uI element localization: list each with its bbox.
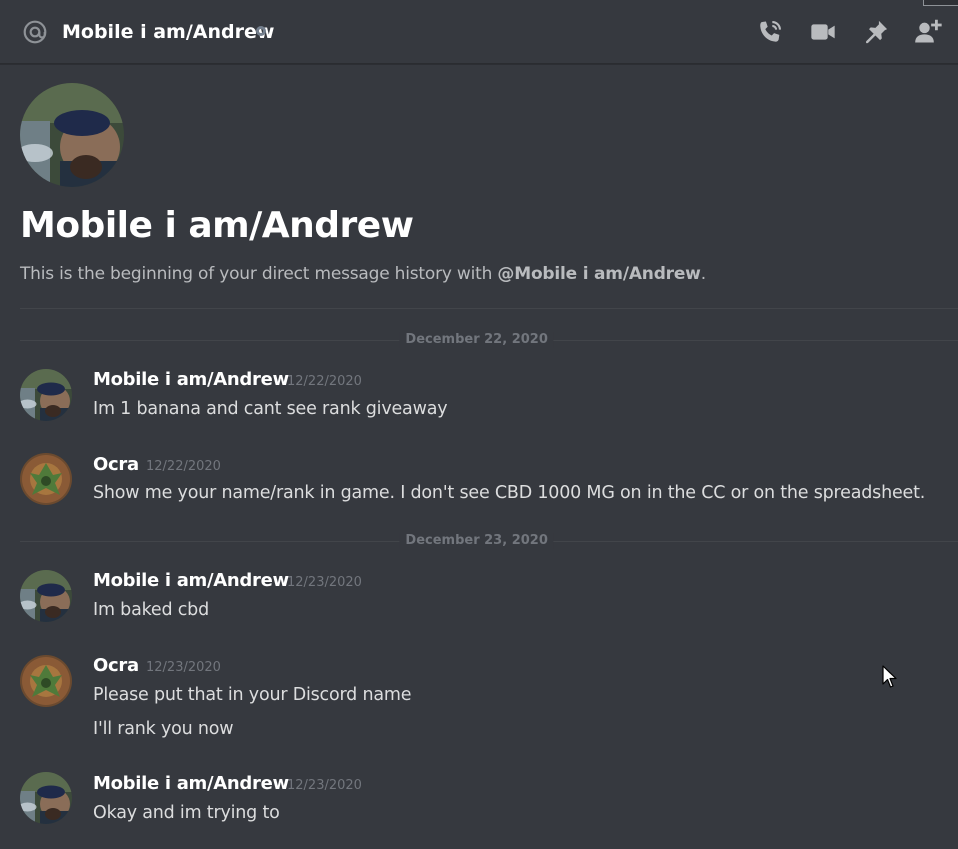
- add-friend-icon[interactable]: [914, 18, 942, 46]
- message-author[interactable]: Mobile i am/Andrew: [93, 368, 289, 392]
- message-text: Please put that in your Discord name: [93, 685, 412, 705]
- date-label: December 22, 2020: [399, 332, 554, 348]
- dm-channel-view: Mobile i am/Andrew Mobile i am/Andrew Th…: [0, 0, 958, 849]
- video-icon[interactable]: [809, 18, 837, 46]
- avatar[interactable]: [20, 453, 72, 505]
- message-timestamp: 12/22/2020: [146, 459, 221, 474]
- message-author[interactable]: Mobile i am/Andrew: [93, 772, 289, 796]
- message-author[interactable]: Ocra: [93, 453, 139, 477]
- avatar[interactable]: [20, 655, 72, 707]
- message-timestamp: 12/22/2020: [287, 374, 362, 389]
- message-timestamp: 12/23/2020: [287, 575, 362, 590]
- message-timestamp: 12/23/2020: [146, 660, 221, 675]
- message-author[interactable]: Mobile i am/Andrew: [93, 569, 289, 593]
- intro-subtitle: This is the beginning of your direct mes…: [20, 262, 706, 286]
- call-icon[interactable]: [756, 18, 784, 46]
- avatar[interactable]: [20, 369, 72, 421]
- window-corner: [923, 0, 958, 6]
- pin-icon[interactable]: [862, 18, 890, 46]
- intro-subtitle-prefix: This is the beginning of your direct mes…: [20, 264, 498, 284]
- date-divider: December 23, 2020: [20, 533, 958, 549]
- message-timestamp: 12/23/2020: [287, 778, 362, 793]
- user-mention[interactable]: @Mobile i am/Andrew: [497, 264, 700, 284]
- message-text: Im 1 banana and cant see rank giveaway: [93, 399, 448, 419]
- avatar: [20, 83, 124, 187]
- at-icon: [23, 20, 47, 44]
- channel-header: Mobile i am/Andrew: [0, 0, 958, 64]
- message-text: Okay and im trying to: [93, 803, 280, 823]
- message-text: Show me your name/rank in game. I don't …: [93, 483, 926, 503]
- intro-title: Mobile i am/Andrew: [20, 205, 414, 246]
- header-title: Mobile i am/Andrew: [62, 21, 275, 43]
- message-text: Im baked cbd: [93, 600, 209, 620]
- message-text: I'll rank you now: [93, 719, 234, 739]
- avatar[interactable]: [20, 570, 72, 622]
- intro-divider: [20, 308, 958, 309]
- mouse-cursor-icon: [882, 665, 897, 688]
- date-divider: December 22, 2020: [20, 332, 958, 348]
- avatar[interactable]: [20, 772, 72, 824]
- message-author[interactable]: Ocra: [93, 654, 139, 678]
- status-offline-dot: [256, 26, 266, 36]
- date-label: December 23, 2020: [399, 533, 554, 549]
- intro-subtitle-suffix: .: [700, 264, 706, 284]
